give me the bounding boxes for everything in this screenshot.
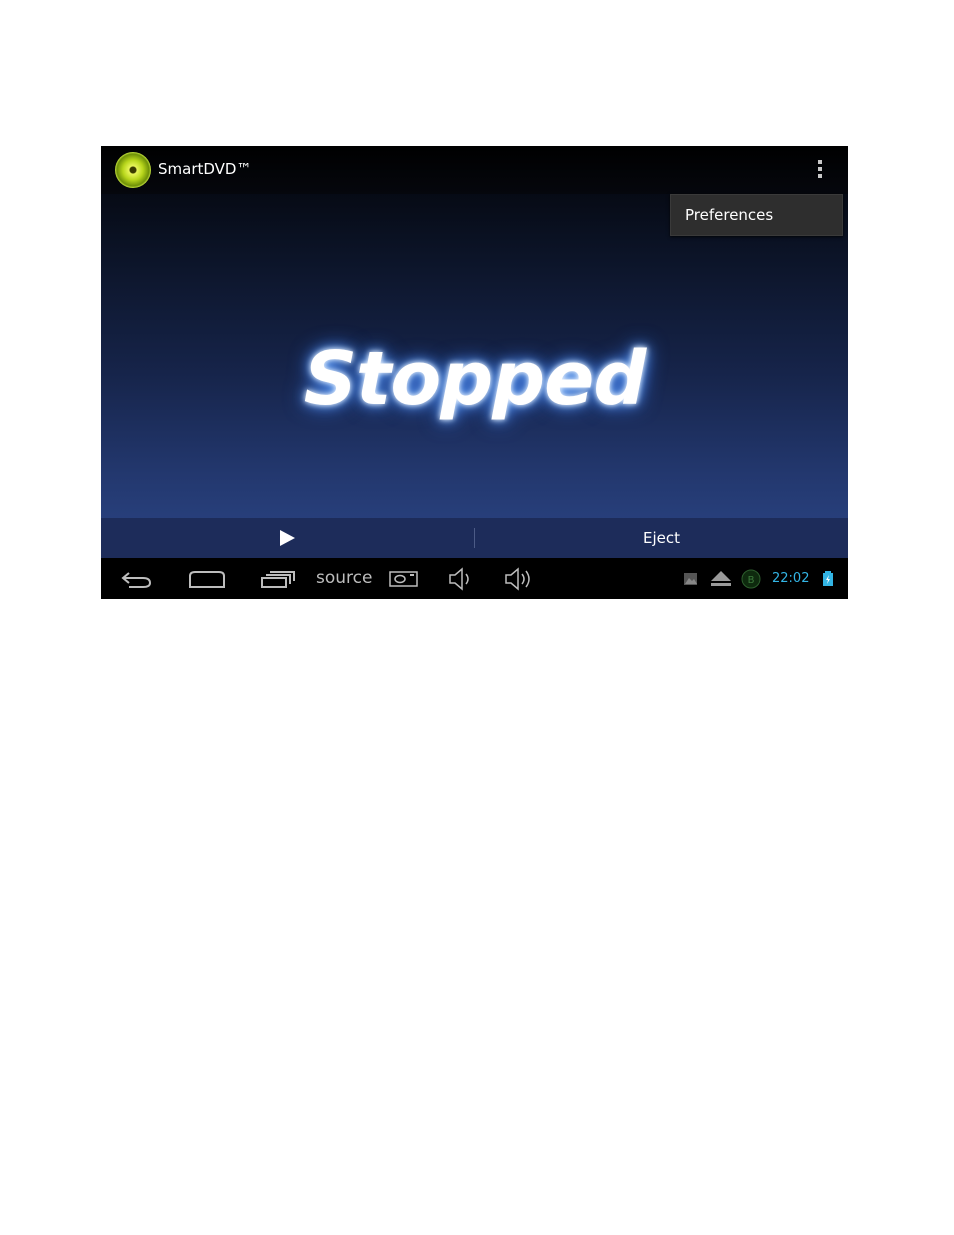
device-screen: SmartDVD™ Preferences Stopped Eject sour… bbox=[101, 146, 848, 599]
play-icon bbox=[280, 530, 295, 546]
gallery-notification-icon bbox=[684, 573, 697, 585]
volume-down-icon[interactable] bbox=[447, 558, 475, 599]
home-icon[interactable] bbox=[187, 558, 227, 599]
smartdvd-app: SmartDVD™ Preferences Stopped Eject bbox=[101, 146, 848, 558]
disc-logo-icon[interactable] bbox=[115, 152, 151, 188]
battery-icon bbox=[823, 571, 833, 586]
player-controls: Eject bbox=[101, 518, 848, 558]
play-button[interactable] bbox=[101, 518, 474, 558]
action-bar: SmartDVD™ bbox=[101, 146, 848, 194]
menu-item-preferences[interactable]: Preferences bbox=[685, 206, 773, 224]
system-navigation-bar: source B 22:02 bbox=[101, 558, 848, 599]
eject-button[interactable]: Eject bbox=[475, 518, 848, 558]
screenshot-icon[interactable] bbox=[388, 558, 420, 599]
android-notification-icon: B bbox=[741, 569, 761, 589]
overflow-menu: Preferences bbox=[670, 194, 843, 236]
recent-apps-icon[interactable] bbox=[259, 558, 297, 599]
app-title: SmartDVD™ bbox=[158, 160, 252, 178]
volume-up-icon[interactable] bbox=[503, 558, 535, 599]
source-button[interactable]: source bbox=[316, 568, 372, 588]
status-clock: 22:02 bbox=[772, 571, 810, 586]
playback-status: Stopped bbox=[303, 336, 647, 422]
eject-notification-icon bbox=[711, 571, 731, 586]
back-icon[interactable] bbox=[119, 558, 155, 599]
svg-text:B: B bbox=[748, 575, 755, 586]
overflow-menu-icon[interactable] bbox=[809, 158, 831, 182]
